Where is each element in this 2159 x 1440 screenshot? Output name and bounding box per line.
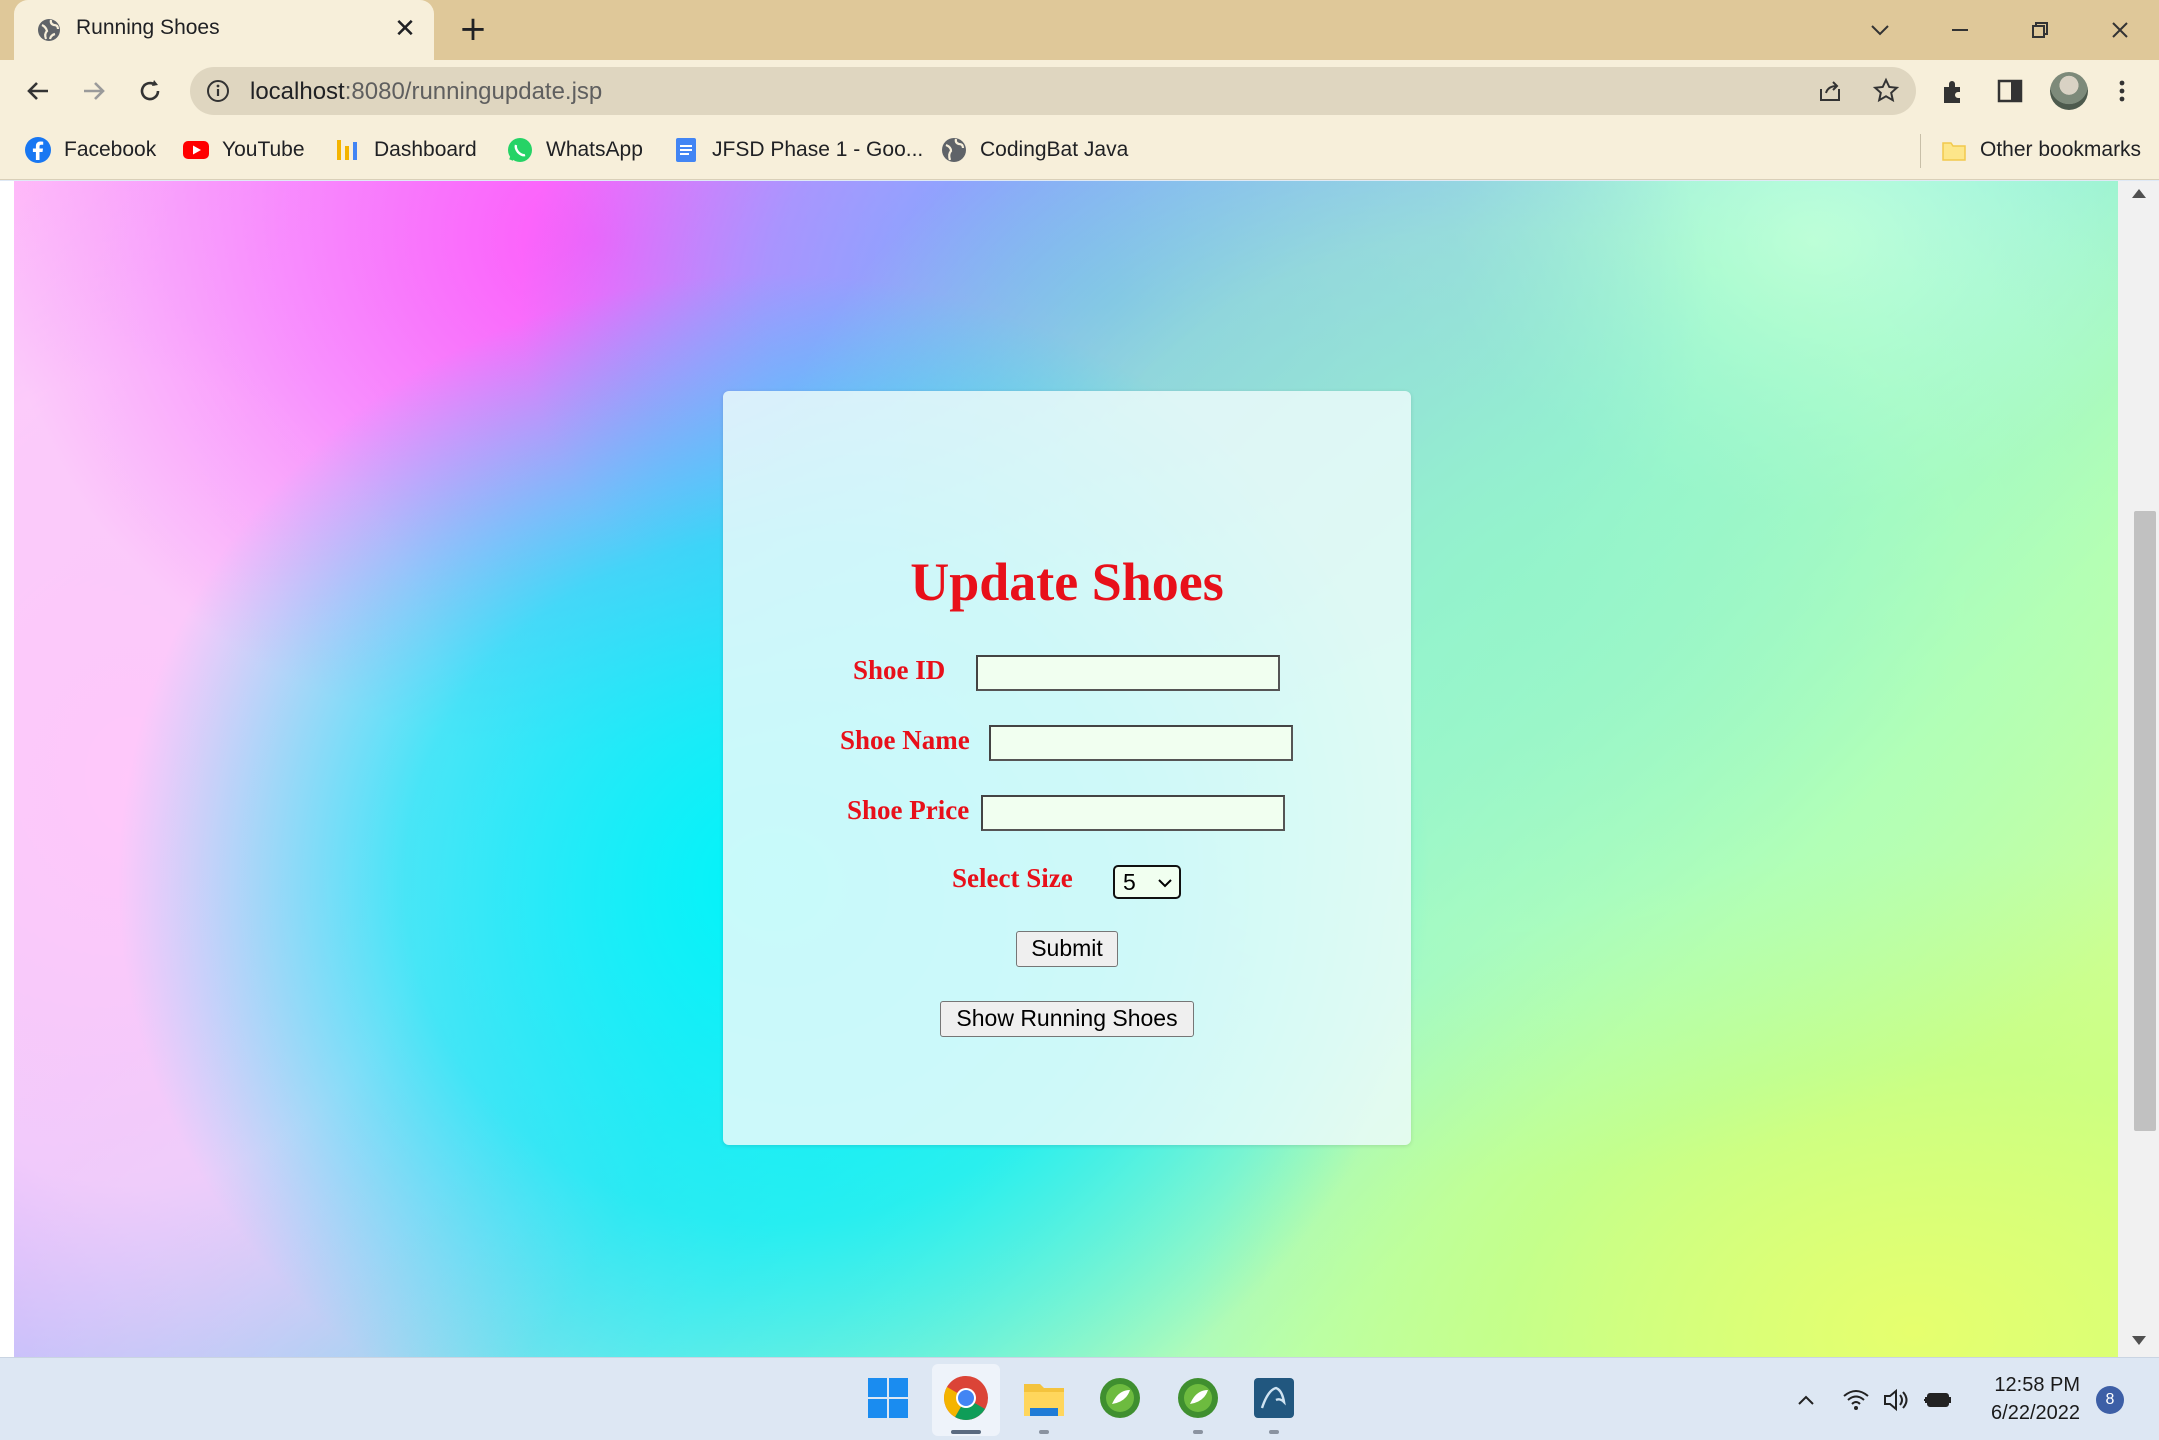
reload-icon[interactable] bbox=[130, 71, 170, 111]
form-title: Update Shoes bbox=[910, 552, 1224, 612]
folder-icon bbox=[1942, 142, 1966, 161]
select-size-label: Select Size bbox=[952, 863, 1073, 893]
facebook-icon bbox=[25, 137, 51, 163]
clock-time: 12:58 PM bbox=[1994, 1374, 2080, 1396]
bookmark-label: Facebook bbox=[64, 138, 157, 161]
scroll-up-arrow-icon[interactable] bbox=[2132, 189, 2146, 198]
file-explorer-icon[interactable] bbox=[1020, 1374, 1068, 1422]
url-text: localhost:8080/runningupdate.jsp bbox=[250, 78, 603, 105]
whatsapp-icon bbox=[508, 138, 532, 162]
bookmark-whatsapp[interactable]: WhatsApp bbox=[506, 134, 643, 166]
profile-avatar[interactable] bbox=[2050, 72, 2088, 110]
tab-title: Running Shoes bbox=[76, 16, 220, 39]
bookmark-dashboard[interactable]: Dashboard bbox=[334, 134, 477, 166]
chrome-active-indicator bbox=[951, 1430, 981, 1434]
scroll-thumb[interactable] bbox=[2134, 511, 2156, 1131]
globe-icon bbox=[942, 138, 966, 162]
spring-indicator bbox=[1193, 1430, 1203, 1434]
notification-badge[interactable]: 8 bbox=[2096, 1386, 2124, 1414]
bookmarks-separator bbox=[1920, 134, 1921, 168]
menu-icon[interactable] bbox=[2106, 75, 2138, 107]
bookmark-label: WhatsApp bbox=[546, 138, 643, 161]
back-icon[interactable] bbox=[18, 71, 58, 111]
battery-icon[interactable] bbox=[1922, 1384, 1954, 1416]
page-viewport: Update Shoes Shoe ID Shoe Name Shoe Pric… bbox=[0, 181, 2159, 1357]
minimize-icon[interactable] bbox=[1940, 10, 1980, 50]
bookmark-label: YouTube bbox=[222, 138, 305, 161]
spring-tool-icon-2[interactable] bbox=[1174, 1374, 1222, 1422]
tab-search-icon[interactable] bbox=[1860, 10, 1900, 50]
bookmark-label: Dashboard bbox=[374, 138, 477, 161]
size-select[interactable]: 5 bbox=[1113, 865, 1181, 899]
browser-title-bar: Running Shoes ✕ + bbox=[0, 0, 2159, 60]
chevron-up-icon[interactable] bbox=[1790, 1384, 1822, 1416]
bookmark-facebook[interactable]: Facebook bbox=[24, 134, 156, 166]
scroll-down-arrow-icon[interactable] bbox=[2132, 1336, 2146, 1345]
mysql-workbench-icon[interactable] bbox=[1250, 1374, 1298, 1422]
google-docs-icon bbox=[676, 138, 696, 162]
browser-toolbar: localhost:8080/runningupdate.jsp bbox=[0, 60, 2159, 122]
windows-taskbar: 12:58 PM 6/22/2022 8 bbox=[0, 1357, 2159, 1440]
globe-icon bbox=[38, 19, 60, 41]
bookmark-star-icon[interactable] bbox=[1870, 75, 1902, 107]
share-icon[interactable] bbox=[1814, 75, 1846, 107]
close-window-icon[interactable] bbox=[2100, 10, 2140, 50]
mysql-indicator bbox=[1269, 1430, 1279, 1434]
chrome-icon[interactable] bbox=[942, 1374, 990, 1422]
tab-running-shoes[interactable]: Running Shoes ✕ bbox=[14, 0, 434, 60]
bookmarks-bar: Facebook YouTube Dashboard WhatsApp JFSD… bbox=[0, 122, 2159, 180]
bookmark-codingbat[interactable]: CodingBat Java bbox=[940, 134, 1128, 166]
explorer-indicator bbox=[1039, 1430, 1049, 1434]
shoe-price-label: Shoe Price bbox=[847, 795, 970, 825]
volume-icon[interactable] bbox=[1880, 1384, 1912, 1416]
youtube-icon bbox=[183, 141, 209, 159]
address-bar[interactable]: localhost:8080/runningupdate.jsp bbox=[190, 67, 1916, 115]
update-shoes-form: Update Shoes Shoe ID Shoe Name Shoe Pric… bbox=[723, 391, 1411, 1145]
extensions-icon[interactable] bbox=[1938, 75, 1970, 107]
show-running-shoes-button[interactable]: Show Running Shoes bbox=[940, 1001, 1194, 1037]
shoe-name-label: Shoe Name bbox=[840, 725, 970, 755]
shoe-id-label: Shoe ID bbox=[853, 655, 946, 685]
close-tab-icon[interactable]: ✕ bbox=[390, 14, 420, 44]
other-bookmarks[interactable]: Other bookmarks bbox=[1940, 134, 2141, 166]
side-panel-icon[interactable] bbox=[1994, 75, 2026, 107]
shoe-id-input[interactable] bbox=[976, 655, 1280, 691]
site-info-icon[interactable] bbox=[206, 79, 230, 103]
dashboard-icon bbox=[337, 140, 357, 160]
shoe-price-input[interactable] bbox=[981, 795, 1285, 831]
chevron-down-icon bbox=[1158, 879, 1172, 888]
size-selected-value: 5 bbox=[1123, 869, 1136, 895]
bookmark-label: CodingBat Java bbox=[980, 138, 1129, 161]
submit-button[interactable]: Submit bbox=[1016, 931, 1118, 967]
bookmark-youtube[interactable]: YouTube bbox=[182, 134, 305, 166]
restore-icon[interactable] bbox=[2020, 10, 2060, 50]
other-bookmarks-label: Other bookmarks bbox=[1980, 138, 2142, 161]
page-scrollbar[interactable] bbox=[2118, 181, 2159, 1357]
system-clock[interactable]: 12:58 PM 6/22/2022 bbox=[1970, 1371, 2080, 1427]
forward-icon[interactable] bbox=[74, 71, 114, 111]
new-tab-button[interactable]: + bbox=[455, 12, 491, 48]
windows-start-icon[interactable] bbox=[864, 1374, 912, 1422]
clock-date: 6/22/2022 bbox=[1991, 1402, 2080, 1424]
spring-tool-icon[interactable] bbox=[1096, 1374, 1144, 1422]
wifi-icon[interactable] bbox=[1840, 1384, 1872, 1416]
shoe-name-input[interactable] bbox=[989, 725, 1293, 761]
bookmark-label: JFSD Phase 1 - Goo... bbox=[712, 138, 924, 161]
bookmark-jfsd[interactable]: JFSD Phase 1 - Goo... bbox=[672, 134, 923, 166]
